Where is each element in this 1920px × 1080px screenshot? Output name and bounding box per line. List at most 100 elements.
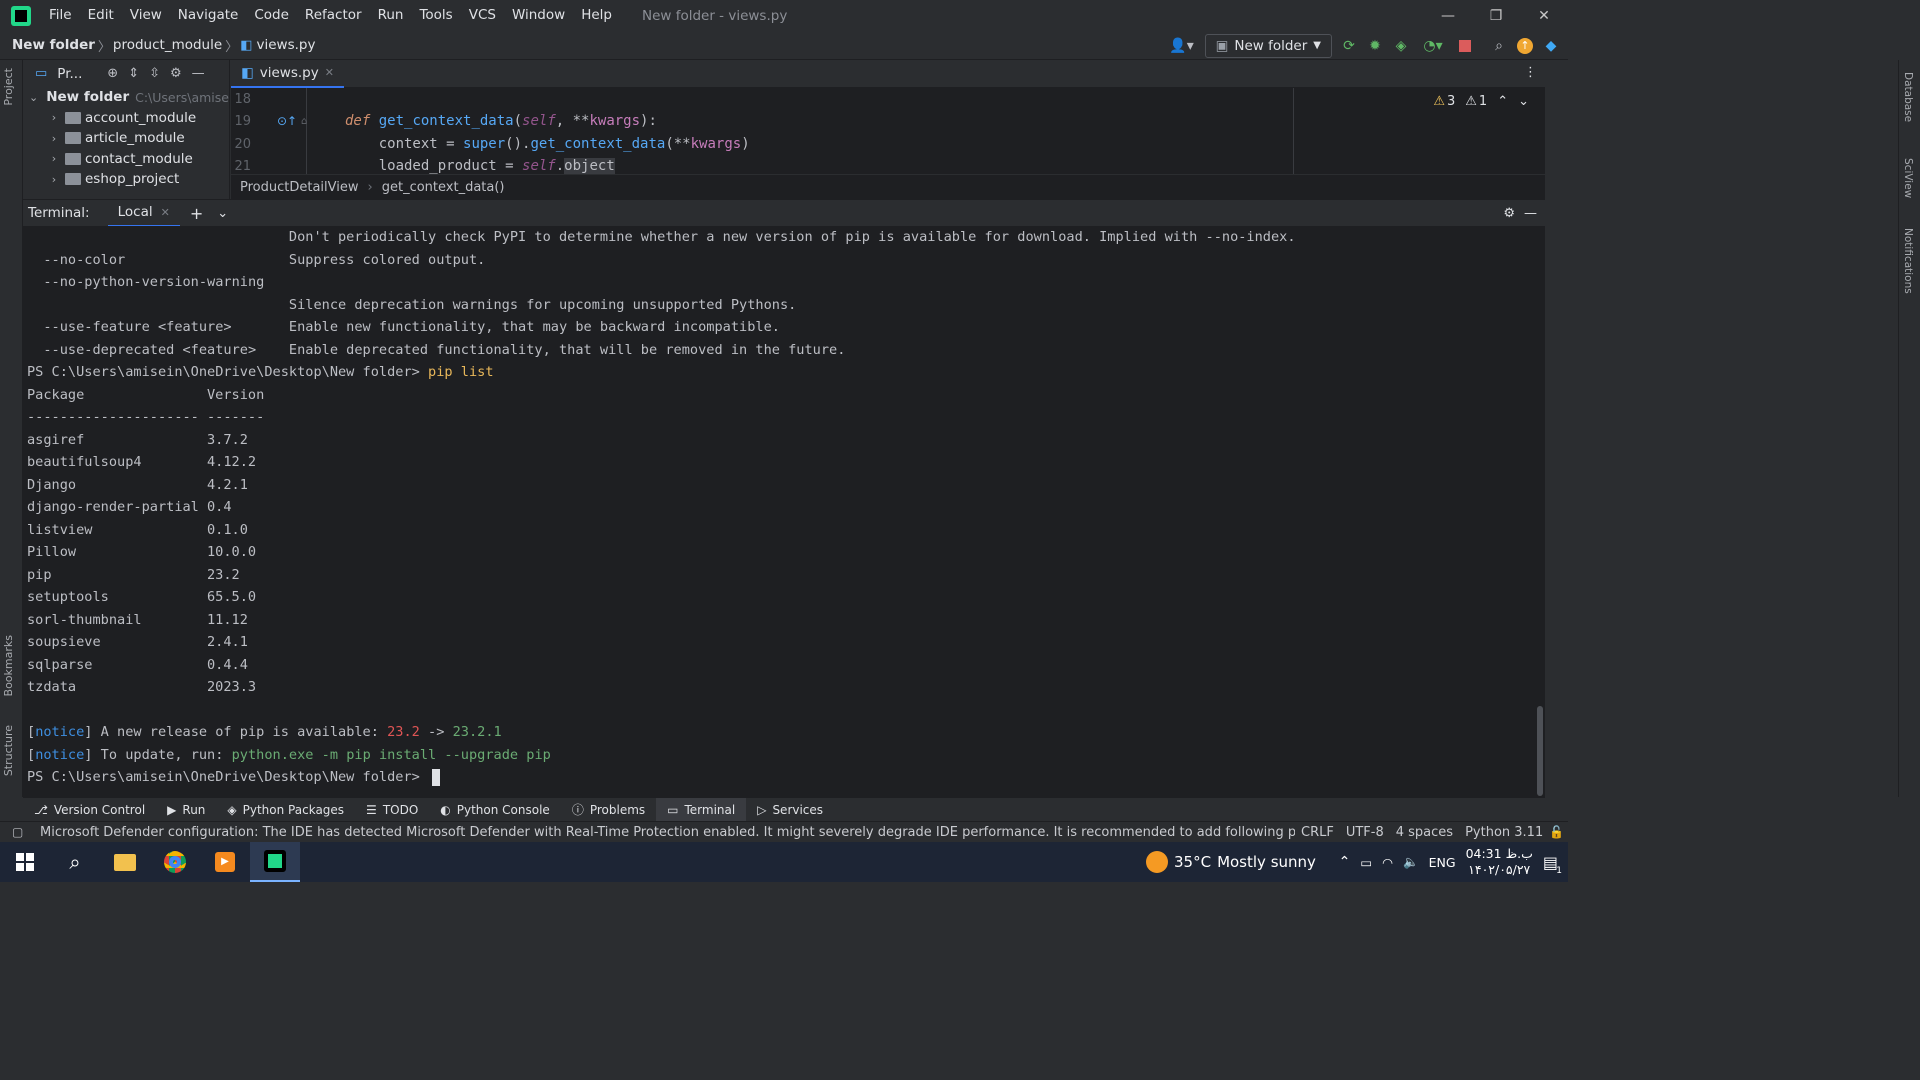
status-message[interactable]: Microsoft Defender configuration: The ID…	[40, 825, 1295, 840]
override-method-icon[interactable]: ⊙↑	[277, 114, 297, 128]
chevron-down-icon[interactable]: ⌄	[1518, 94, 1529, 109]
bookmarks-tool-label[interactable]: Bookmarks	[2, 635, 15, 696]
tree-item[interactable]: › account_module	[23, 108, 229, 129]
stop-icon[interactable]	[1456, 37, 1474, 55]
panel-toggle-icon[interactable]: ▢	[12, 825, 23, 839]
tab-views-py[interactable]: ◧ views.py ✕	[231, 60, 344, 88]
scrollbar-thumb[interactable]	[1537, 706, 1543, 796]
menu-tools[interactable]: Tools	[411, 0, 460, 31]
locate-icon[interactable]: ⊕	[107, 66, 118, 81]
new-terminal-icon[interactable]: +	[190, 204, 203, 223]
tool-tab-python-packages[interactable]: ◈ Python Packages	[216, 798, 355, 822]
chevron-right-icon[interactable]: ›	[47, 111, 61, 124]
tool-tab-version-control[interactable]: ⎇ Version Control	[23, 798, 156, 822]
breadcrumb-file[interactable]: views.py	[252, 37, 315, 53]
battery-icon[interactable]: ▭	[1360, 855, 1372, 870]
line-separator[interactable]: CRLF	[1295, 825, 1340, 840]
file-explorer-button[interactable]	[100, 842, 150, 882]
search-icon[interactable]: ⌕	[1490, 37, 1508, 55]
wifi-icon[interactable]: ◠	[1382, 855, 1393, 870]
more-options-icon[interactable]: ⋮	[1524, 65, 1537, 80]
close-tab-icon[interactable]: ✕	[325, 66, 334, 79]
folder-icon	[65, 173, 81, 186]
indent-setting[interactable]: 4 spaces	[1390, 825, 1459, 840]
collapse-all-icon[interactable]: ⇳	[149, 66, 160, 81]
breadcrumb-method[interactable]: get_context_data()	[373, 180, 505, 195]
chevron-down-icon[interactable]: ⌄	[217, 206, 228, 221]
close-tab-icon[interactable]: ✕	[161, 206, 170, 219]
chevron-down-icon[interactable]: ⌄	[29, 91, 38, 104]
update-icon[interactable]: ↑	[1516, 37, 1534, 55]
search-button[interactable]: ⌕	[50, 842, 100, 882]
weak-warning-icon: ⚠	[1465, 94, 1477, 109]
database-tool-label[interactable]: Database	[1902, 72, 1914, 122]
code-area[interactable]: 18 19 ⊙↑ ⌂ def get_context_data(self, **…	[231, 88, 1545, 174]
expand-all-icon[interactable]: ⇕	[128, 66, 139, 81]
breadcrumb-module[interactable]: product_module	[111, 37, 222, 53]
run-configuration-selector[interactable]: ▣ New folder ▼	[1204, 33, 1332, 58]
pycharm-taskbar-button[interactable]	[250, 842, 300, 882]
weather-widget[interactable]: 35°C Mostly sunny	[1146, 842, 1316, 882]
coverage-icon[interactable]: ◈	[1392, 37, 1410, 55]
input-language[interactable]: ENG	[1429, 855, 1456, 870]
rerun-icon[interactable]: ⟳	[1340, 37, 1358, 55]
hide-panel-icon[interactable]: —	[1524, 206, 1537, 221]
gear-icon[interactable]: ⚙	[1503, 206, 1515, 221]
tree-item[interactable]: › contact_module	[23, 149, 229, 170]
account-icon[interactable]: 👤▾	[1167, 37, 1197, 55]
chrome-button[interactable]	[150, 842, 200, 882]
project-panel-title[interactable]: Pr...	[57, 66, 97, 82]
python-interpreter[interactable]: Python 3.11	[1459, 825, 1549, 840]
media-player-button[interactable]: ▶	[200, 842, 250, 882]
menu-run[interactable]: Run	[370, 0, 412, 31]
tool-tab-todo[interactable]: ☰ TODO	[355, 798, 429, 822]
menu-vcs[interactable]: VCS	[461, 0, 504, 31]
chevron-right-icon[interactable]: ›	[47, 173, 61, 186]
chevron-up-icon[interactable]: ⌃	[1339, 854, 1351, 870]
notice-text: A new release of pip is available:	[92, 724, 388, 740]
minimize-button[interactable]: —	[1424, 0, 1472, 31]
breadcrumb-project[interactable]: New folder	[0, 37, 95, 53]
fold-icon[interactable]: ⌂	[301, 116, 307, 127]
tool-tab-python-console[interactable]: ◐ Python Console	[429, 798, 561, 822]
volume-icon[interactable]: 🔈	[1403, 854, 1419, 870]
tool-tab-run[interactable]: ▶ Run	[156, 798, 216, 822]
tree-item[interactable]: › eshop_project	[23, 169, 229, 190]
menu-file[interactable]: File	[41, 0, 80, 31]
gear-icon[interactable]: ⚙	[170, 66, 182, 81]
hide-panel-icon[interactable]: —	[192, 66, 205, 81]
tool-tab-terminal[interactable]: ▭ Terminal	[656, 797, 747, 822]
menu-view[interactable]: View	[122, 0, 170, 31]
menu-code[interactable]: Code	[246, 0, 297, 31]
menu-refactor[interactable]: Refactor	[297, 0, 370, 31]
notifications-tool-label[interactable]: Notifications	[1902, 228, 1914, 294]
restore-button[interactable]: ❐	[1472, 0, 1520, 31]
terminal-output[interactable]: Don't periodically check PyPI to determi…	[23, 226, 1545, 797]
debug-icon[interactable]: ✹	[1366, 37, 1384, 55]
chevron-right-icon[interactable]: ›	[47, 152, 61, 165]
breadcrumb-class[interactable]: ProductDetailView	[231, 180, 359, 195]
start-button[interactable]	[0, 842, 50, 882]
clock[interactable]: 04:31 ب.ظ ۱۴۰۲/۰۵/۲۷	[1466, 846, 1533, 878]
tool-tab-problems[interactable]: ⓘ Problems	[561, 798, 656, 822]
menu-navigate[interactable]: Navigate	[170, 0, 247, 31]
tool-tab-services[interactable]: ▷ Services	[746, 798, 834, 822]
sciview-tool-label[interactable]: SciView	[1902, 158, 1914, 198]
lock-icon[interactable]: 🔓	[1549, 825, 1564, 839]
notification-center-icon[interactable]: ▤ 1	[1543, 853, 1562, 876]
menu-window[interactable]: Window	[504, 0, 573, 31]
plugin-icon[interactable]: ◆	[1542, 37, 1560, 55]
file-encoding[interactable]: UTF-8	[1340, 825, 1390, 840]
terminal-tab-local[interactable]: Local ✕	[107, 200, 180, 227]
menu-help[interactable]: Help	[573, 0, 620, 31]
profile-icon[interactable]: ◔▾	[1418, 37, 1448, 55]
structure-tool-label[interactable]: Structure	[2, 725, 15, 776]
chevron-right-icon[interactable]: ›	[47, 132, 61, 145]
tree-item[interactable]: › article_module	[23, 128, 229, 149]
project-tool-label[interactable]: Project	[2, 68, 15, 106]
chevron-up-icon[interactable]: ⌃	[1497, 94, 1508, 109]
tree-root[interactable]: ⌄ New folder C:\Users\amise	[23, 87, 229, 108]
inspection-widget[interactable]: ⚠ 3 ⚠ 1 ⌃ ⌄	[1433, 94, 1529, 109]
menu-edit[interactable]: Edit	[80, 0, 122, 31]
close-window-button[interactable]: ✕	[1520, 0, 1568, 31]
